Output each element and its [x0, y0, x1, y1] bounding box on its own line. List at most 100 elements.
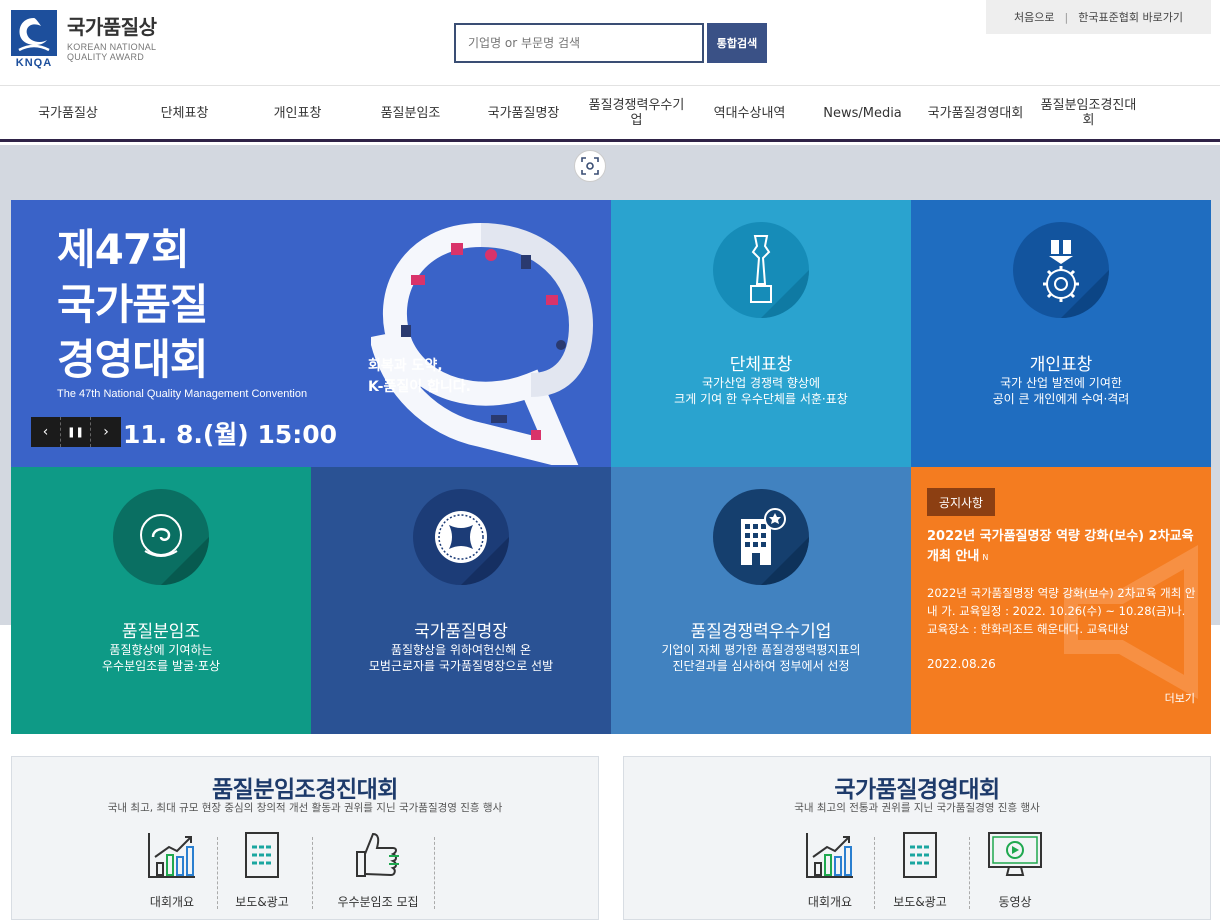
notice-title-link[interactable]: 2022년 국가품질명장 역량 강화(보수) 2차교육 개최 안내 N	[927, 527, 1199, 568]
focus-scan-icon[interactable]	[574, 150, 606, 182]
monitor-play-icon	[967, 829, 1063, 881]
tile-personal-award-desc-line1: 국가 산업 발전에 기여한	[1000, 376, 1122, 390]
nav-item-quality-circle-contest[interactable]: 품질분임조경진대회	[1032, 87, 1145, 139]
panel-left-item-press-label: 보도&광고	[235, 895, 289, 909]
nav-item-news-media[interactable]: News/Media	[806, 87, 919, 139]
panel-right-item-video[interactable]: 동영상	[967, 829, 1063, 915]
nav-item-quality-competitiveness[interactable]: 품질경쟁력우수기업	[580, 87, 693, 139]
banner-illustration-icon	[369, 215, 601, 467]
nav-item-group-award[interactable]: 단체표창	[128, 87, 241, 139]
nav-item-past-winners[interactable]: 역대수상내역	[693, 87, 806, 139]
main-navigation: 국가품질상 단체표창 개인표창 품질분임조 국가품질명장 품질경쟁력우수기업 역…	[0, 87, 1220, 142]
nav-item-personal-award[interactable]: 개인표창	[241, 87, 354, 139]
util-separator: |	[1064, 10, 1069, 24]
nav-item-quality-circle[interactable]: 품질분임조	[354, 87, 467, 139]
panel-right-item-press-label: 보도&광고	[893, 895, 947, 909]
banner-title: 제47회 국가품질 경영대회	[57, 222, 209, 387]
tile-quality-master[interactable]: 국가품질명장 품질향상을 위하여헌신해 온 모범근로자를 국가품질명장으로 선발	[311, 467, 611, 734]
tile-quality-circle-desc-line1: 품질향상에 기여하는	[109, 643, 213, 657]
panel-left-item-overview-label: 대회개요	[149, 895, 195, 909]
medal-gear-icon	[1013, 222, 1109, 318]
notice-more-link[interactable]: 더보기	[1165, 690, 1195, 706]
quality-circle-emblem-icon	[113, 489, 209, 585]
tile-personal-award[interactable]: 개인표창 국가 산업 발전에 기여한 공이 큰 개인에게 수여·격려	[911, 200, 1211, 467]
banner-date: 11. 8.(월) 15:00	[123, 420, 338, 449]
notice-badge: 공지사항	[927, 488, 995, 516]
notice-panel: 공지사항 2022년 국가품질명장 역량 강화(보수) 2차교육 개최 안내 N …	[911, 467, 1211, 734]
panel-right-item-overview[interactable]: 대회개요	[782, 829, 878, 915]
nav-item-quality-convention[interactable]: 국가품질경영대회	[919, 87, 1032, 139]
new-mark-icon: N	[982, 553, 989, 562]
tile-quality-master-title: 국가품질명장	[414, 622, 508, 642]
header: KNQA 국가품질상 KOREAN NATIONAL QUALITY AWARD…	[0, 0, 1220, 86]
main-banner[interactable]: 제47회 국가품질 경영대회 The 47th National Quality…	[11, 200, 611, 467]
banner-english-title: The 47th National Quality Management Con…	[57, 388, 308, 400]
tile-group-award-desc: 국가산업 경쟁력 향상에 크게 기여 한 우수단체를 서훈·표창	[611, 375, 911, 407]
nav-item-national-quality-award[interactable]: 국가품질상	[8, 87, 128, 139]
site-logo[interactable]: KNQA 국가품질상 KOREAN NATIONAL QUALITY AWARD	[11, 10, 157, 72]
tile-quality-competitiveness-title: 품질경쟁력우수기업	[690, 622, 832, 642]
banner-slogan-line1: 회복과 도약,	[368, 358, 443, 374]
util-home-link[interactable]: 처음으로	[1014, 9, 1054, 25]
logo-subtitle-line2: QUALITY AWARD	[67, 52, 145, 62]
trophy-icon	[713, 222, 809, 318]
bar-chart-icon	[782, 829, 878, 881]
tile-personal-award-title: 개인표창	[1029, 355, 1093, 375]
tile-quality-competitiveness-desc-line2: 진단결과를 심사하여 정부에서 선정	[672, 659, 850, 673]
integrated-search-button[interactable]: 통합검색	[707, 23, 767, 63]
panel-left-title: 품질분임조경진대회	[212, 777, 398, 803]
tile-quality-master-desc-line1: 품질향상을 위하여헌신해 온	[390, 643, 532, 657]
logo-subtitle-line1: KOREAN NATIONAL	[67, 42, 157, 52]
banner-title-line1: 제47회	[57, 225, 190, 274]
tile-quality-circle-title: 품질분임조	[121, 622, 201, 642]
bar-chart-icon	[124, 829, 220, 881]
banner-pause-button[interactable]: ❚❚	[61, 417, 91, 447]
panel-left-item-recruit[interactable]: 우수분임조 모집	[318, 829, 438, 915]
tile-personal-award-desc-line2: 공이 큰 개인에게 수여·격려	[992, 392, 1130, 406]
banner-slogan: 회복과 도약, K-품질이 합니다.	[368, 356, 471, 398]
banner-prev-button[interactable]: ‹	[31, 417, 61, 447]
tile-quality-circle-desc: 품질향상에 기여하는 우수분임조를 발굴·포상	[11, 642, 311, 674]
panel-right-title: 국가품질경영대회	[834, 777, 1000, 803]
banner-controls: ‹ ❚❚ ›	[31, 417, 121, 447]
panel-left-divider	[434, 837, 435, 909]
logo-title: 국가품질상	[67, 15, 157, 39]
tile-quality-circle-desc-line2: 우수분임조를 발굴·포상	[101, 659, 221, 673]
notice-body: 2022년 국가품질명장 역량 강화(보수) 2차교육 개최 안내 가. 교육일…	[927, 586, 1196, 636]
logo-mark-text: KNQA	[15, 57, 53, 69]
tile-group-award-title: 단체표창	[729, 355, 793, 375]
tile-group-award-desc-line1: 국가산업 경쟁력 향상에	[701, 376, 821, 390]
tile-quality-competitiveness-desc: 기업이 자체 평가한 품질경쟁력평지표의 진단결과를 심사하여 정부에서 선정	[611, 642, 911, 674]
banner-title-line2: 국가품질	[57, 280, 209, 329]
search-input[interactable]	[454, 23, 704, 63]
panel-left-item-recruit-label: 우수분임조 모집	[337, 895, 419, 909]
panel-left-item-overview[interactable]: 대회개요	[124, 829, 220, 915]
tile-quality-competitiveness[interactable]: 품질경쟁력우수기업 기업이 자체 평가한 품질경쟁력평지표의 진단결과를 심사하…	[611, 467, 911, 734]
panel-right-item-video-label: 동영상	[998, 895, 1032, 909]
tile-quality-master-desc: 품질향상을 위하여헌신해 온 모범근로자를 국가품질명장으로 선발	[311, 642, 611, 674]
master-badge-icon	[413, 489, 509, 585]
tile-quality-competitiveness-desc-line1: 기업이 자체 평가한 품질경쟁력평지표의	[661, 643, 861, 657]
building-award-icon	[713, 489, 809, 585]
banner-next-button[interactable]: ›	[91, 417, 121, 447]
panel-right-item-press[interactable]: 보도&광고	[872, 829, 968, 915]
banner-slogan-line2: K-품질이 합니다.	[368, 379, 471, 395]
panel-right-subtitle: 국내 최고의 전통과 권위를 지닌 국가품질경영 진흥 행사	[794, 802, 1040, 814]
nav-item-quality-master[interactable]: 국가품질명장	[467, 87, 580, 139]
thumbs-up-icon	[318, 829, 438, 881]
document-list-icon	[214, 829, 310, 881]
utility-menu: 처음으로 | 한국표준협회 바로가기	[986, 0, 1211, 34]
panel-left-subtitle: 국내 최고, 최대 규모 현장 중심의 창의적 개선 활동과 권위를 지닌 국가…	[107, 802, 503, 814]
tile-group-award-desc-line2: 크게 기여 한 우수단체를 서훈·표창	[674, 392, 848, 406]
banner-title-line3: 경영대회	[57, 335, 209, 384]
util-ksa-link[interactable]: 한국표준협회 바로가기	[1078, 9, 1183, 25]
quality-convention-panel: 국가품질경영대회 국내 최고의 전통과 권위를 지닌 국가품질경영 진흥 행사 …	[623, 756, 1211, 920]
panel-right-item-overview-label: 대회개요	[807, 895, 853, 909]
tile-group-award[interactable]: 단체표창 국가산업 경쟁력 향상에 크게 기여 한 우수단체를 서훈·표창	[611, 200, 911, 467]
knqa-logo-mark-icon: KNQA	[11, 10, 57, 72]
notice-date: 2022.08.26	[927, 657, 996, 671]
tile-quality-master-desc-line2: 모범근로자를 국가품질명장으로 선발	[368, 659, 554, 673]
panel-left-item-press[interactable]: 보도&광고	[214, 829, 310, 915]
quality-circle-contest-panel: 품질분임조경진대회 국내 최고, 최대 규모 현장 중심의 창의적 개선 활동과…	[11, 756, 599, 920]
tile-quality-circle[interactable]: 품질분임조 품질향상에 기여하는 우수분임조를 발굴·포상	[11, 467, 311, 734]
